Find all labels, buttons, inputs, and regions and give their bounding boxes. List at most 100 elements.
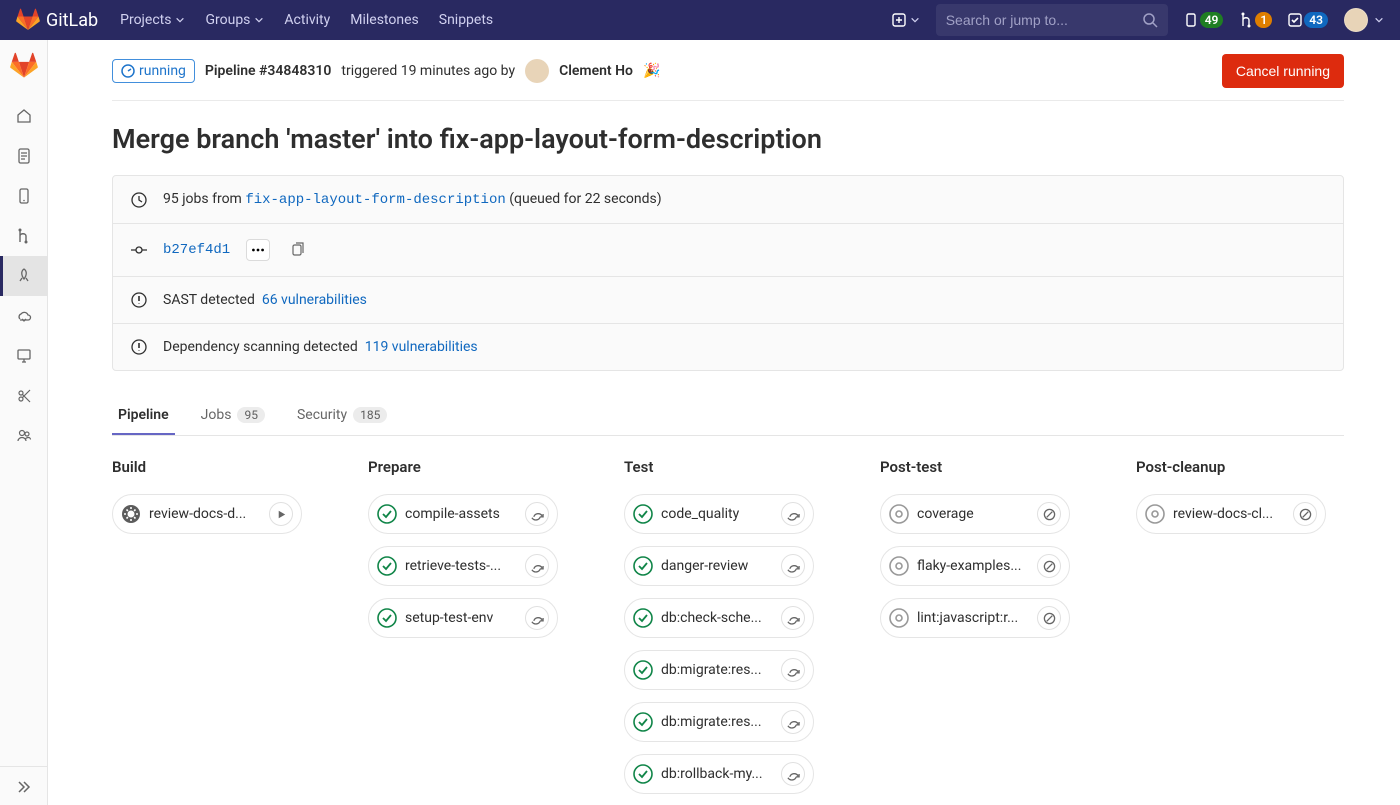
job-pill[interactable]: db:migrate:res...	[624, 650, 814, 690]
issue-icon	[1184, 12, 1198, 28]
user-menu[interactable]	[1344, 8, 1384, 32]
create-new-dropdown[interactable]	[892, 13, 920, 27]
branch-link[interactable]: fix-app-layout-form-description	[245, 192, 505, 208]
skipped-icon	[889, 608, 909, 628]
stage-title: Test	[624, 458, 834, 476]
retry-button[interactable]	[525, 606, 549, 630]
plus-icon	[892, 13, 906, 27]
tab-security[interactable]: Security185	[291, 395, 393, 435]
sidebar-cicd[interactable]	[0, 256, 48, 296]
retry-button[interactable]	[781, 554, 805, 578]
page-title: Merge branch 'master' into fix-app-layou…	[112, 123, 1344, 155]
unschedule-button[interactable]	[1293, 502, 1317, 526]
job-pill[interactable]: lint:javascript:r...	[880, 598, 1070, 638]
nav-snippets[interactable]: Snippets	[429, 0, 503, 40]
merge-icon	[1239, 12, 1253, 28]
job-pill[interactable]: db:migrate:res...	[624, 702, 814, 742]
skipped-icon	[889, 556, 909, 576]
job-name: db:check-sche...	[661, 610, 773, 626]
sast-link[interactable]: 66 vulnerabilities	[262, 292, 367, 308]
job-pill[interactable]: setup-test-env	[368, 598, 558, 638]
job-name: db:rollback-my...	[661, 766, 773, 782]
todos-counter[interactable]: 43	[1288, 12, 1328, 28]
pipeline-tabs: Pipeline Jobs95 Security185	[112, 395, 1344, 436]
warning-icon	[131, 292, 147, 308]
stage-prepare: Prepare compile-assets retrieve-tests-... s…	[368, 458, 578, 805]
manual-icon	[121, 504, 141, 524]
retry-button[interactable]	[781, 710, 805, 734]
play-button[interactable]	[269, 502, 293, 526]
job-pill[interactable]: retrieve-tests-...	[368, 546, 558, 586]
warning-icon	[131, 339, 147, 355]
dependency-scan-row: Dependency scanning detected 119 vulnera…	[113, 323, 1343, 370]
project-avatar-icon[interactable]	[10, 52, 38, 80]
job-pill[interactable]: coverage	[880, 494, 1070, 534]
job-name: db:migrate:res...	[661, 714, 773, 730]
skipped-icon	[1145, 504, 1165, 524]
success-icon	[377, 504, 397, 524]
tab-jobs[interactable]: Jobs95	[195, 395, 271, 435]
retry-button[interactable]	[525, 554, 549, 578]
pipeline-id: Pipeline #34848310	[205, 63, 332, 79]
search-icon	[1143, 13, 1158, 28]
sidebar-members[interactable]	[0, 416, 48, 456]
unschedule-button[interactable]	[1037, 606, 1061, 630]
brand-logo[interactable]: GitLab	[16, 8, 98, 32]
nav-projects[interactable]: Projects	[110, 0, 195, 40]
triggered-text: triggered 19 minutes ago by	[341, 63, 515, 79]
more-actions-button[interactable]	[246, 239, 270, 261]
unschedule-button[interactable]	[1037, 502, 1061, 526]
nav-milestones[interactable]: Milestones	[340, 0, 429, 40]
user-avatar-small[interactable]	[525, 59, 549, 83]
success-icon	[633, 712, 653, 732]
merge-requests-counter[interactable]: 1	[1239, 12, 1272, 28]
sidebar-snippets[interactable]	[0, 376, 48, 416]
commit-sha-link[interactable]: b27ef4d1	[163, 242, 230, 258]
job-pill[interactable]: review-docs-cl...	[1136, 494, 1326, 534]
retry-button[interactable]	[525, 502, 549, 526]
nav-groups[interactable]: Groups	[195, 0, 274, 40]
job-name: review-docs-d...	[149, 506, 261, 522]
top-nav: GitLab Projects Groups Activity Mileston…	[0, 0, 1400, 40]
tab-count: 95	[237, 407, 265, 423]
sidebar-wiki[interactable]	[0, 336, 48, 376]
issues-counter[interactable]: 49	[1184, 12, 1224, 28]
sidebar-issues[interactable]	[0, 176, 48, 216]
tab-pipeline[interactable]: Pipeline	[112, 395, 175, 435]
stage-title: Prepare	[368, 458, 578, 476]
job-pill[interactable]: code_quality	[624, 494, 814, 534]
sidebar-operations[interactable]	[0, 296, 48, 336]
stage-post-test: Post-testcoverageflaky-examples...lint:j…	[880, 458, 1090, 805]
stage-test: Test code_quality danger-review db:check-sc…	[624, 458, 834, 805]
job-pill[interactable]: review-docs-d...	[112, 494, 302, 534]
job-name: coverage	[917, 506, 1029, 522]
job-name: danger-review	[661, 558, 773, 574]
unschedule-button[interactable]	[1037, 554, 1061, 578]
retry-button[interactable]	[781, 658, 805, 682]
job-pill[interactable]: db:check-sche...	[624, 598, 814, 638]
sidebar-expand-button[interactable]	[0, 766, 48, 805]
pipeline-info-panel: 95 jobs from fix-app-layout-form-descrip…	[112, 175, 1344, 371]
global-search[interactable]	[936, 4, 1168, 36]
retry-button[interactable]	[781, 762, 805, 786]
retry-button[interactable]	[781, 606, 805, 630]
copy-sha-button[interactable]	[286, 239, 310, 261]
job-pill[interactable]: danger-review	[624, 546, 814, 586]
job-pill[interactable]: compile-assets	[368, 494, 558, 534]
search-input[interactable]	[946, 12, 1143, 28]
pipeline-header: running Pipeline #34848310 triggered 19 …	[112, 54, 1344, 101]
running-icon	[121, 64, 135, 78]
cancel-running-button[interactable]: Cancel running	[1222, 54, 1344, 88]
sidebar-repository[interactable]	[0, 136, 48, 176]
job-pill[interactable]: flaky-examples...	[880, 546, 1070, 586]
sidebar-home[interactable]	[0, 96, 48, 136]
user-name[interactable]: Clement Ho	[559, 63, 633, 79]
todo-icon	[1288, 12, 1302, 28]
retry-button[interactable]	[781, 502, 805, 526]
chevron-down-icon	[1374, 15, 1384, 25]
nav-activity[interactable]: Activity	[274, 0, 340, 40]
sidebar-merge-requests[interactable]	[0, 216, 48, 256]
dep-scan-link[interactable]: 119 vulnerabilities	[365, 339, 478, 355]
job-pill[interactable]: db:rollback-my...	[624, 754, 814, 794]
jobs-summary-row: 95 jobs from fix-app-layout-form-descrip…	[113, 176, 1343, 223]
